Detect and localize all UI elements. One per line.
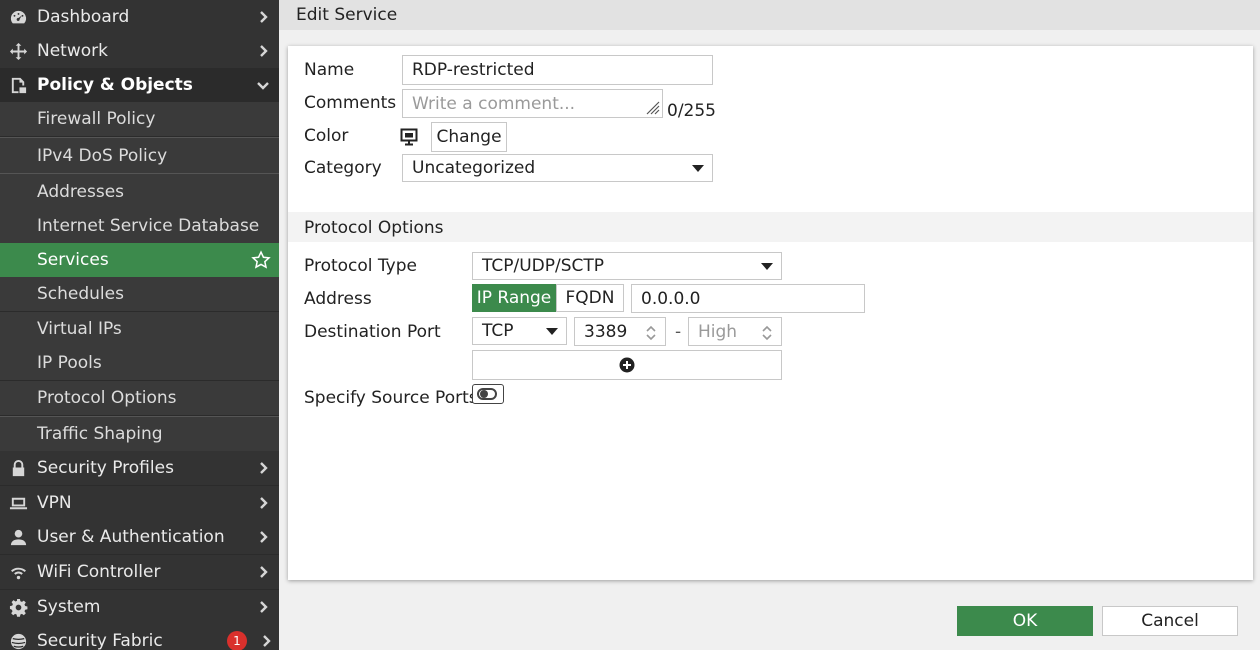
destination-port-label: Destination Port [304, 322, 441, 342]
address-label: Address [304, 289, 372, 309]
wifi-icon [0, 563, 37, 582]
chevron-right-icon [247, 45, 279, 57]
specify-source-ports-label: Specify Source Ports [304, 388, 478, 408]
sidebar-subitem-protocol-options[interactable]: Protocol Options [0, 381, 279, 415]
protocol-type-select[interactable]: TCP/UDP/SCTP [472, 252, 782, 280]
chevron-right-icon [253, 635, 279, 647]
sidebar-item-system[interactable]: System [0, 590, 279, 624]
stepper-icon[interactable] [643, 322, 659, 344]
stepper-icon[interactable] [759, 322, 775, 344]
sidebar-subitem-firewall-policy[interactable]: Firewall Policy [0, 102, 279, 136]
comments-label: Comments [304, 93, 397, 113]
color-label: Color [304, 126, 349, 146]
sidebar-item-user-authentication[interactable]: User & Authentication [0, 520, 279, 554]
port-low-input[interactable]: 3389 [574, 317, 666, 346]
sidebar-subitem-addresses[interactable]: Addresses [0, 173, 279, 209]
star-icon[interactable] [251, 250, 271, 270]
policy-icon [0, 76, 37, 95]
dashboard-icon [0, 8, 37, 27]
sidebar-subitem-internet-service-database[interactable]: Internet Service Database [0, 209, 279, 243]
network-icon [0, 42, 37, 61]
ip-range-toggle-button[interactable]: IP Range [472, 284, 556, 312]
chevron-down-icon [247, 79, 279, 91]
port-range-separator: - [675, 322, 682, 342]
add-port-button[interactable] [472, 350, 782, 380]
section-title: Protocol Options [304, 218, 444, 238]
chevron-right-icon [247, 11, 279, 23]
chevron-right-icon [247, 566, 279, 578]
comment-char-counter: 0/255 [667, 101, 716, 121]
sidebar: Dashboard Network Policy & Objects Firew… [0, 0, 279, 650]
protocol-type-label: Protocol Type [304, 256, 417, 276]
sidebar-item-wifi-controller[interactable]: WiFi Controller [0, 555, 279, 589]
page-header: Edit Service [279, 0, 1260, 30]
toggle-knob [477, 388, 497, 400]
name-input[interactable]: RDP-restricted [402, 55, 713, 85]
category-label: Category [304, 158, 382, 178]
sidebar-item-network[interactable]: Network [0, 34, 279, 68]
sidebar-subitem-traffic-shaping[interactable]: Traffic Shaping [0, 416, 279, 451]
sidebar-item-dashboard[interactable]: Dashboard [0, 0, 279, 34]
sidebar-item-vpn[interactable]: VPN [0, 486, 279, 520]
sidebar-subitem-schedules[interactable]: Schedules [0, 277, 279, 311]
resize-handle-icon[interactable] [644, 99, 660, 115]
lock-icon [0, 459, 37, 478]
category-select[interactable]: Uncategorized [402, 154, 713, 182]
chevron-right-icon [247, 462, 279, 474]
user-icon [0, 528, 37, 547]
name-label: Name [304, 60, 355, 80]
gear-icon [0, 598, 37, 617]
cancel-button[interactable]: Cancel [1102, 606, 1238, 636]
laptop-icon [0, 494, 37, 513]
port-protocol-select[interactable]: TCP [472, 317, 567, 345]
chevron-right-icon [247, 601, 279, 613]
sidebar-subitem-ipv4-dos-policy[interactable]: IPv4 DoS Policy [0, 137, 279, 173]
edit-service-panel: Name RDP-restricted Comments Write a com… [288, 46, 1253, 580]
color-swatch-icon [400, 128, 418, 146]
sidebar-subitem-virtual-ips[interactable]: Virtual IPs [0, 312, 279, 346]
sidebar-item-security-profiles[interactable]: Security Profiles [0, 451, 279, 485]
ok-button[interactable]: OK [957, 606, 1093, 636]
sidebar-subitem-ip-pools[interactable]: IP Pools [0, 346, 279, 380]
color-change-button[interactable]: Change [431, 122, 507, 152]
dropdown-arrow-icon [546, 328, 558, 335]
page-title: Edit Service [296, 5, 398, 25]
dropdown-arrow-icon [692, 165, 704, 172]
fqdn-toggle-button[interactable]: FQDN [556, 284, 624, 312]
fabric-icon [0, 632, 37, 650]
comments-textarea[interactable]: Write a comment... [402, 89, 663, 118]
port-high-input[interactable]: High [688, 317, 782, 346]
plus-circle-icon [619, 357, 635, 373]
chevron-right-icon [247, 531, 279, 543]
sidebar-item-policy-objects[interactable]: Policy & Objects [0, 68, 279, 102]
sidebar-item-security-fabric[interactable]: Security Fabric 1 [0, 624, 279, 650]
protocol-options-section: Protocol Options [288, 212, 1253, 242]
chevron-right-icon [247, 497, 279, 509]
dropdown-arrow-icon [761, 263, 773, 270]
notification-badge: 1 [227, 631, 247, 650]
sidebar-subitem-services[interactable]: Services [0, 243, 279, 277]
specify-source-ports-toggle[interactable] [472, 384, 504, 404]
address-input[interactable]: 0.0.0.0 [631, 284, 865, 313]
